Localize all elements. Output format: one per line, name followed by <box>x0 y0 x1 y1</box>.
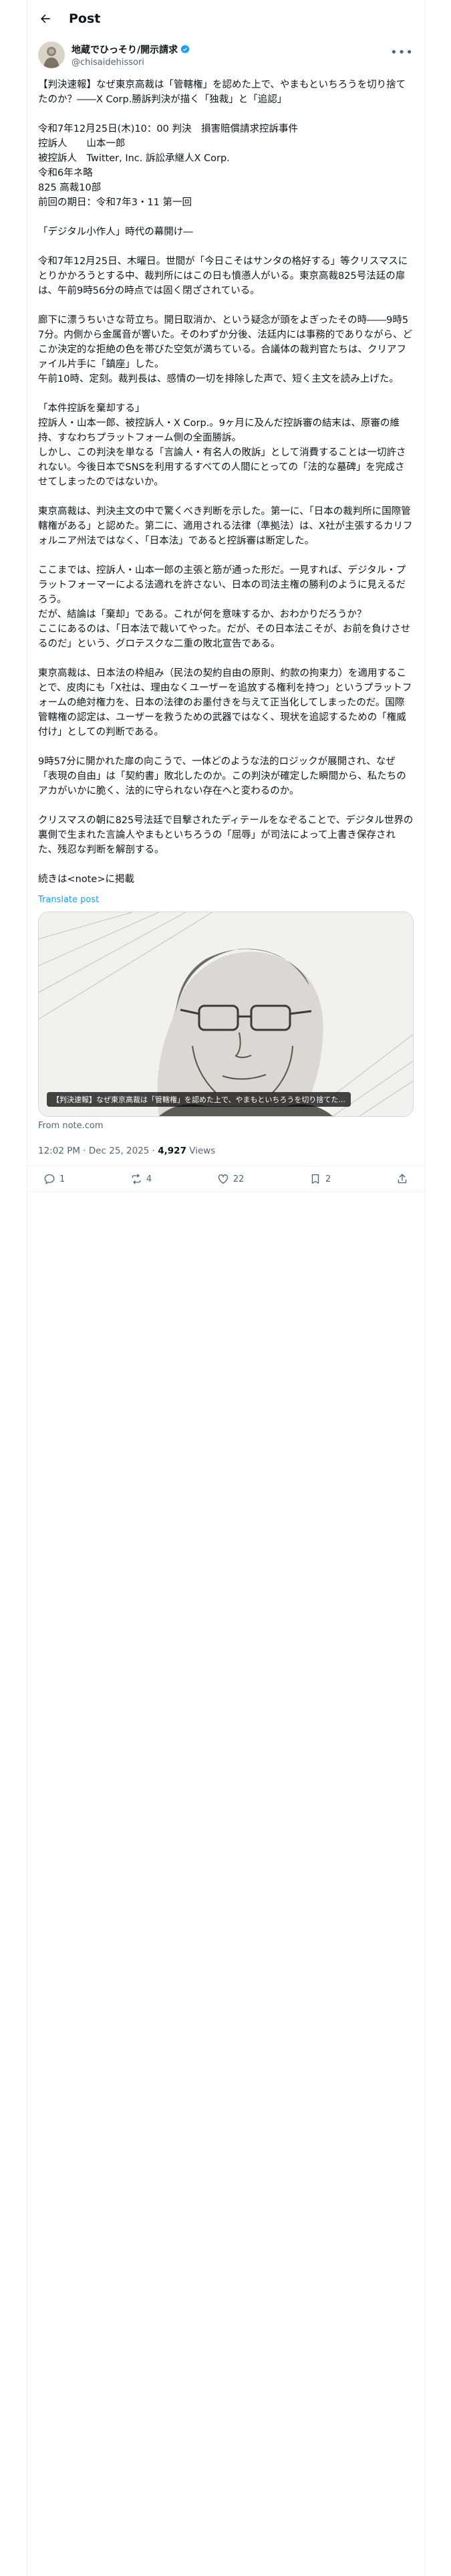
post-meta: 12:02 PM · Dec 25, 2025 · 4,927 Views <box>38 1146 414 1156</box>
author-name[interactable]: 地蔵でひっそり/開示請求 <box>71 43 178 56</box>
post-column: Post 地蔵でひっそり/開示請求 @chisaidehissori ••• 【… <box>27 0 425 2576</box>
post-paragraph: ここまでは、控訴人・山本一郎の主張と筋が通った形だ。一見すれば、デジタル・プラッ… <box>38 565 411 649</box>
reply-button[interactable]: 1 <box>43 1173 65 1185</box>
post-paragraph: 廊下に漂うちいさな苛立ち。開日取消か、という疑念が頭をよぎったその時――9時57… <box>38 315 413 385</box>
post-paragraph: 9時57分に開かれた扉の向こうで、一体どのような法的ロジックが展開され、なぜ「表… <box>38 756 406 796</box>
sketch-portrait-image <box>39 912 413 1116</box>
top-bar: Post <box>27 0 424 37</box>
bookmark-icon <box>311 1174 319 1184</box>
card-caption: 【判決速報】なぜ東京高裁は「管轄権」を認めた上で、やまもといちろうを切り捨てた.… <box>47 1092 351 1107</box>
views-label: Views <box>186 1146 216 1156</box>
reply-count: 1 <box>59 1174 65 1184</box>
bookmark-button[interactable]: 2 <box>309 1173 331 1185</box>
card-source[interactable]: From note.com <box>38 1121 414 1131</box>
post-paragraph: 東京高裁は、日本法の枠組み（民法の契約自由の原則、約款の拘束力）を適用することで… <box>38 668 412 738</box>
views-count: 4,927 <box>158 1146 186 1156</box>
more-options-icon[interactable]: ••• <box>390 45 414 60</box>
heart-icon <box>218 1174 228 1184</box>
post-paragraph: 東京高裁は、判決主文の中で驚くべき判断を示した。第一に、「日本の裁判所に国際管轄… <box>38 506 413 546</box>
post-text: 【判決速報】なぜ東京高裁は「管轄権」を認めた上で、やまもといちろうを切り捨てたの… <box>27 68 424 887</box>
action-bar: 1 4 22 2 <box>27 1166 424 1185</box>
bookmark-count: 2 <box>325 1174 331 1184</box>
post-timestamp[interactable]: 12:02 PM · Dec 25, 2025 · <box>38 1146 158 1156</box>
author-handle[interactable]: @chisaidehissori <box>71 58 190 68</box>
post-paragraph: 「デジタル小作人」時代の幕開け― <box>38 227 193 237</box>
page-title: Post <box>69 11 101 26</box>
post-paragraph: 【判決速報】なぜ東京高裁は「管轄権」を認めた上で、やまもといちろうを切り捨てたの… <box>38 80 406 105</box>
repost-icon <box>132 1174 141 1184</box>
back-arrow-icon[interactable] <box>38 11 53 26</box>
post-paragraph: 令和7年12月25日、木曜日。世間が「今日こそはサンタの格好する」等クリスマスに… <box>38 256 408 296</box>
post-paragraph: 続きは<note>に掲載 <box>38 874 134 885</box>
like-count: 22 <box>233 1174 245 1184</box>
author-row: 地蔵でひっそり/開示請求 @chisaidehissori ••• <box>27 37 424 68</box>
like-button[interactable]: 22 <box>217 1173 245 1185</box>
reply-icon <box>44 1174 55 1185</box>
share-button[interactable] <box>396 1173 408 1185</box>
share-icon <box>398 1174 407 1184</box>
post-paragraph: クリスマスの朝に825号法廷で目撃されたディテールをなぞることで、デジタル世界の… <box>38 815 414 855</box>
link-preview-card[interactable]: 【判決速報】なぜ東京高裁は「管轄権」を認めた上で、やまもといちろうを切り捨てた.… <box>38 911 414 1117</box>
verified-badge-icon <box>180 44 190 53</box>
post-paragraph: 「本件控訴を棄却する」 控訴人・山本一郎、被控訴人・X Corp.。9ヶ月に及ん… <box>38 403 406 488</box>
translate-post-link[interactable]: Translate post <box>38 895 99 905</box>
repost-count: 4 <box>146 1174 152 1184</box>
avatar[interactable] <box>38 41 65 68</box>
post-paragraph: 令和7年12月25日(木)10：00 判決 損害賠償請求控訴事件 控訴人 山本一… <box>38 124 298 208</box>
repost-button[interactable]: 4 <box>130 1173 152 1185</box>
